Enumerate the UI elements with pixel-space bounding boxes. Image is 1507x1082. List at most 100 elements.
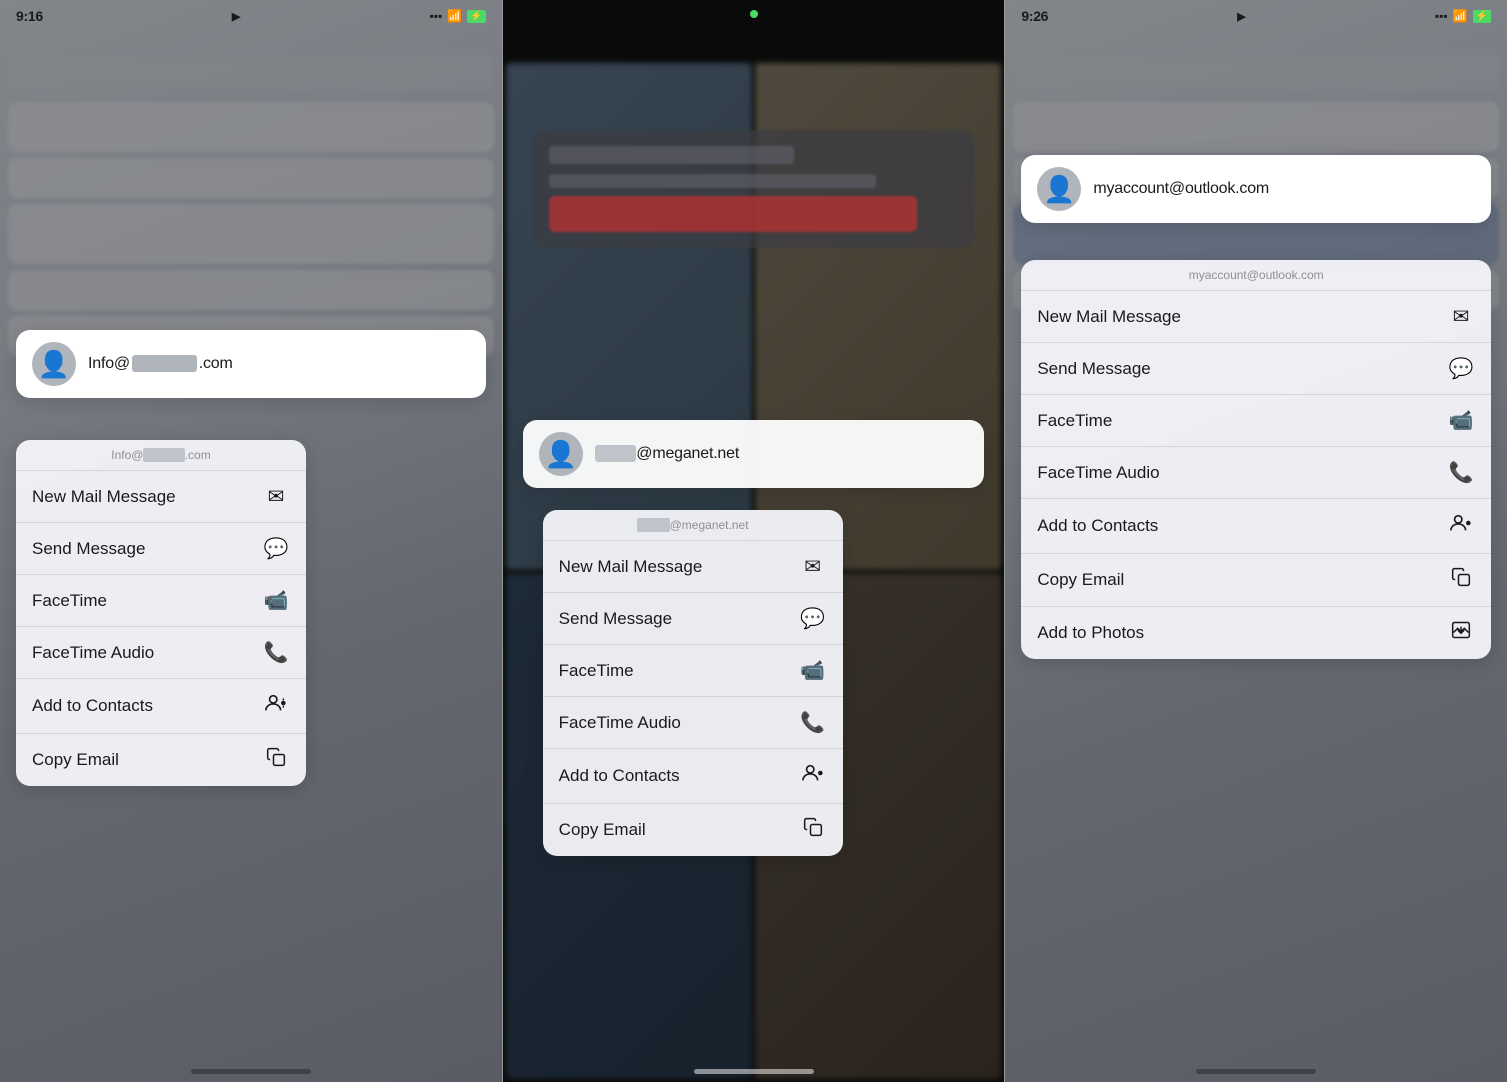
menu-label-add-contacts-right: Add to Contacts [1037, 516, 1158, 536]
menu-label-facetime-left: FaceTime [32, 591, 107, 611]
contacts-icon-left [262, 692, 290, 720]
copy-icon-left [262, 747, 290, 773]
context-menu-box-left: Info@••••••.com New Mail Message ✉ Send … [16, 440, 306, 786]
menu-item-new-mail-left[interactable]: New Mail Message ✉ [16, 471, 306, 523]
email-text-right: myaccount@outlook.com [1093, 180, 1269, 198]
home-indicator-left [191, 1069, 311, 1074]
status-bar-right: 9:26 ▶ ▪▪▪ 📶 ⚡ [1005, 0, 1507, 28]
phone-panel-middle: 👤 ••••@meganet.net ••••@meganet.net New … [503, 0, 1005, 1082]
time-left: 9:16 [16, 8, 43, 24]
email-header-card-right: 👤 myaccount@outlook.com [1021, 155, 1491, 223]
signal-icon-left: ▪▪▪ [429, 9, 442, 23]
menu-label-send-msg-middle: Send Message [559, 609, 672, 629]
menu-label-copy-email-right: Copy Email [1037, 570, 1124, 590]
menu-label-copy-email-middle: Copy Email [559, 820, 646, 840]
avatar-icon-right: 👤 [1043, 176, 1075, 202]
menu-item-send-msg-left[interactable]: Send Message 💬 [16, 523, 306, 575]
home-indicator-middle [694, 1069, 814, 1074]
phone-icon-left: 📞 [262, 640, 290, 665]
menu-item-facetime-middle[interactable]: FaceTime 📹 [543, 645, 843, 697]
location-icon-right: ▶ [1237, 10, 1245, 23]
home-indicator-right [1196, 1069, 1316, 1074]
menu-label-copy-email-left: Copy Email [32, 750, 119, 770]
message-icon-left: 💬 [262, 536, 290, 561]
menu-label-send-msg-left: Send Message [32, 539, 145, 559]
menu-item-facetime-right[interactable]: FaceTime 📹 [1021, 395, 1491, 447]
wifi-icon-right: 📶 [1453, 9, 1468, 23]
menu-label-add-photos-right: Add to Photos [1037, 623, 1144, 643]
menu-item-copy-email-left[interactable]: Copy Email [16, 734, 306, 786]
email-header-card-middle: 👤 ••••@meganet.net [523, 420, 985, 488]
email-header-card-left: 👤 Info@••••••••••••.com [16, 330, 486, 398]
menu-label-new-mail-middle: New Mail Message [559, 557, 703, 577]
context-menu-box-middle: ••••@meganet.net New Mail Message ✉ Send… [543, 510, 843, 856]
copy-icon-middle [799, 817, 827, 843]
green-dot [750, 10, 758, 18]
facetime-icon-middle: 📹 [799, 658, 827, 683]
menu-label-facetime-audio-left: FaceTime Audio [32, 643, 154, 663]
menu-label-facetime-audio-middle: FaceTime Audio [559, 713, 681, 733]
status-icons-left: ▪▪▪ 📶 ⚡ [429, 9, 485, 23]
menu-label-facetime-audio-right: FaceTime Audio [1037, 463, 1159, 483]
time-right: 9:26 [1021, 8, 1048, 24]
phone-panel-right: 9:26 ▶ ▪▪▪ 📶 ⚡ 👤 myaccount [1004, 0, 1507, 1082]
email-header-popup-left: 👤 Info@••••••••••••.com [16, 330, 486, 398]
phone-icon-right: 📞 [1447, 460, 1475, 485]
phone-icon-middle: 📞 [799, 710, 827, 735]
menu-item-add-photos-right[interactable]: Add to Photos [1021, 607, 1491, 659]
context-menu-box-right: myaccount@outlook.com New Mail Message ✉… [1021, 260, 1491, 659]
message-icon-right: 💬 [1447, 356, 1475, 381]
battery-icon-left: ⚡ [467, 10, 485, 23]
facetime-icon-left: 📹 [262, 588, 290, 613]
menu-label-new-mail-left: New Mail Message [32, 487, 176, 507]
menu-item-add-contacts-left[interactable]: Add to Contacts [16, 679, 306, 734]
menu-item-send-msg-right[interactable]: Send Message 💬 [1021, 343, 1491, 395]
avatar-middle: 👤 [539, 432, 583, 476]
email-header-popup-right: 👤 myaccount@outlook.com [1021, 155, 1491, 223]
contacts-icon-right [1447, 512, 1475, 540]
menu-item-facetime-audio-right[interactable]: FaceTime Audio 📞 [1021, 447, 1491, 499]
menu-item-add-contacts-right[interactable]: Add to Contacts [1021, 499, 1491, 554]
menu-item-facetime-audio-left[interactable]: FaceTime Audio 📞 [16, 627, 306, 679]
menu-label-new-mail-right: New Mail Message [1037, 307, 1181, 327]
menu-header-right: myaccount@outlook.com [1021, 260, 1491, 291]
status-bar-left: 9:16 ▶ ▪▪▪ 📶 ⚡ [0, 0, 502, 28]
email-header-popup-middle: 👤 ••••@meganet.net [523, 420, 985, 488]
avatar-left: 👤 [32, 342, 76, 386]
email-text-left: Info@••••••••••••.com [88, 355, 233, 373]
menu-item-facetime-left[interactable]: FaceTime 📹 [16, 575, 306, 627]
menu-item-facetime-audio-middle[interactable]: FaceTime Audio 📞 [543, 697, 843, 749]
avatar-right: 👤 [1037, 167, 1081, 211]
menu-label-add-contacts-left: Add to Contacts [32, 696, 153, 716]
wifi-icon-left: 📶 [447, 9, 462, 23]
photos-icon-right [1447, 620, 1475, 646]
message-icon-middle: 💬 [799, 606, 827, 631]
context-menu-right: myaccount@outlook.com New Mail Message ✉… [1021, 260, 1491, 659]
menu-item-new-mail-right[interactable]: New Mail Message ✉ [1021, 291, 1491, 343]
status-icons-right: ▪▪▪ 📶 ⚡ [1435, 9, 1491, 23]
email-text-middle: ••••@meganet.net [595, 445, 739, 463]
menu-label-send-msg-right: Send Message [1037, 359, 1150, 379]
bg-email-card-middle [533, 130, 975, 248]
menu-item-copy-email-middle[interactable]: Copy Email [543, 804, 843, 856]
signal-icon-right: ▪▪▪ [1435, 9, 1448, 23]
location-icon-left: ▶ [232, 10, 240, 23]
avatar-icon-left: 👤 [38, 351, 70, 377]
menu-label-facetime-middle: FaceTime [559, 661, 634, 681]
context-menu-middle: ••••@meganet.net New Mail Message ✉ Send… [543, 510, 843, 856]
contacts-icon-middle [799, 762, 827, 790]
context-menu-left: Info@••••••.com New Mail Message ✉ Send … [16, 440, 306, 786]
battery-icon-right: ⚡ [1473, 10, 1491, 23]
menu-item-new-mail-middle[interactable]: New Mail Message ✉ [543, 541, 843, 593]
menu-label-facetime-right: FaceTime [1037, 411, 1112, 431]
menu-item-copy-email-right[interactable]: Copy Email [1021, 554, 1491, 607]
avatar-icon-middle: 👤 [544, 441, 576, 467]
menu-item-add-contacts-middle[interactable]: Add to Contacts [543, 749, 843, 804]
facetime-icon-right: 📹 [1447, 408, 1475, 433]
menu-header-middle: ••••@meganet.net [543, 510, 843, 541]
mail-icon-middle: ✉ [799, 554, 827, 579]
mail-icon-right: ✉ [1447, 304, 1475, 329]
menu-item-send-msg-middle[interactable]: Send Message 💬 [543, 593, 843, 645]
mail-icon-left: ✉ [262, 484, 290, 509]
menu-label-add-contacts-middle: Add to Contacts [559, 766, 680, 786]
